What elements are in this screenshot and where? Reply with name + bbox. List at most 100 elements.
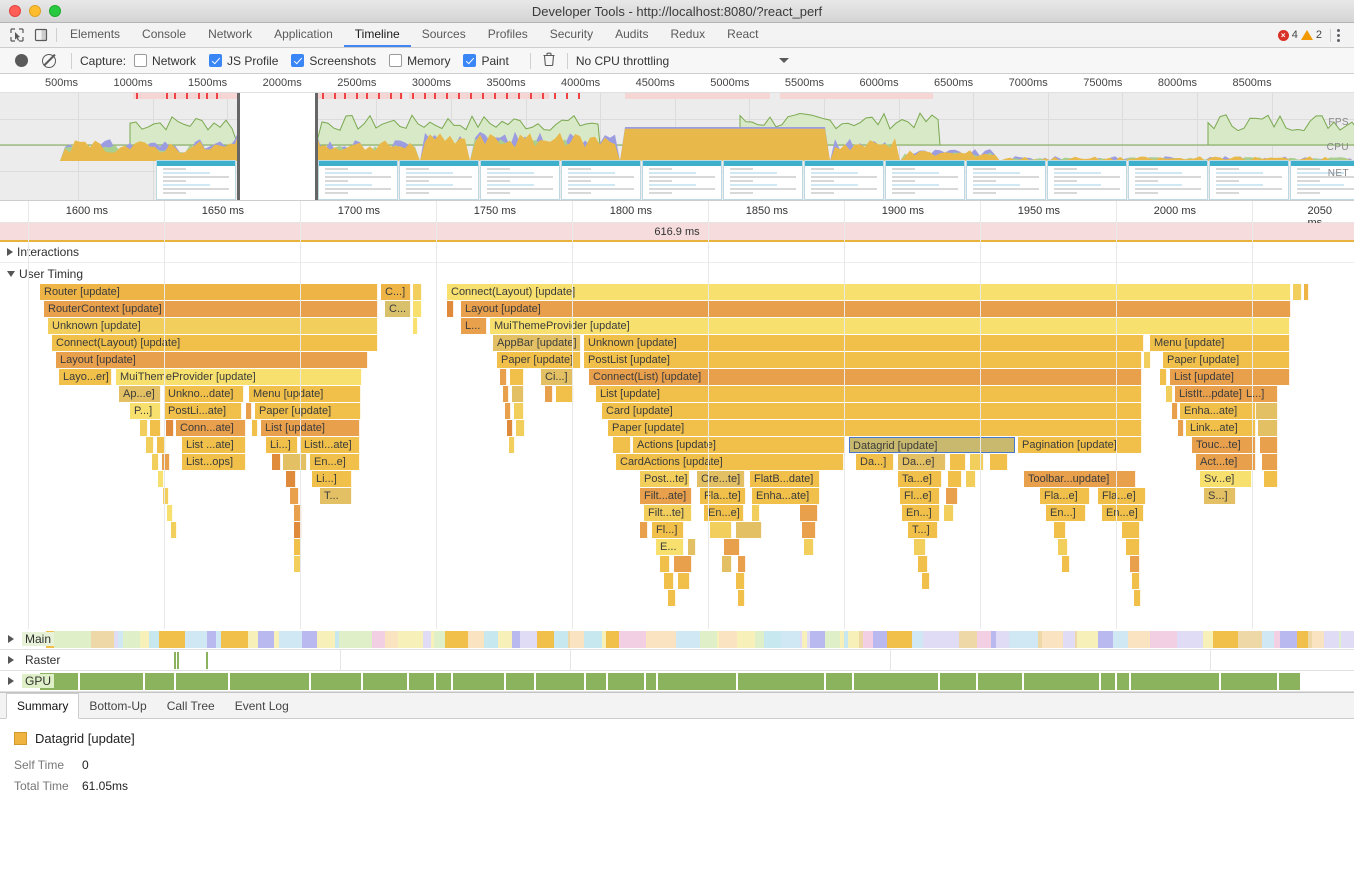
flame-bar-unlabeled[interactable] (922, 573, 930, 589)
overview-filmstrip[interactable] (0, 160, 1354, 200)
main-track-event[interactable] (1100, 631, 1113, 648)
flame-bar[interactable]: ListI...ate] (300, 437, 360, 453)
flame-bar[interactable]: L... (461, 318, 487, 334)
main-track-event[interactable] (652, 631, 676, 648)
flame-bar-unlabeled[interactable] (1144, 352, 1151, 368)
flame-bar-unlabeled[interactable] (290, 488, 299, 504)
flame-bar[interactable]: Enha...ate] (752, 488, 820, 504)
filmstrip-frame[interactable] (1128, 160, 1208, 200)
gpu-track-event[interactable] (738, 673, 826, 690)
main-track-event[interactable] (302, 631, 317, 648)
flame-bar[interactable]: PostLi...ate] (164, 403, 242, 419)
flame-bar-unlabeled[interactable] (413, 318, 418, 334)
filmstrip-frame[interactable] (561, 160, 641, 200)
filmstrip-frame[interactable] (1290, 160, 1354, 200)
flame-bar-unlabeled[interactable] (1166, 386, 1173, 402)
flame-bar-unlabeled[interactable] (736, 522, 762, 538)
flame-bar[interactable]: List...ops] (182, 454, 246, 470)
record-button[interactable] (15, 54, 28, 67)
main-track-event[interactable] (339, 631, 351, 648)
flame-bar-unlabeled[interactable] (140, 420, 148, 436)
gpu-track-event[interactable] (1131, 673, 1221, 690)
flame-bar[interactable]: Connect(Layout) [update] (52, 335, 378, 351)
overview-selection-window[interactable] (237, 93, 318, 200)
flame-bar[interactable]: Post...te] (640, 471, 690, 487)
flame-bar-unlabeled[interactable] (674, 556, 692, 572)
capture-option-paint[interactable]: Paint (463, 54, 508, 68)
timeline-overview[interactable]: 500ms1000ms1500ms2000ms2500ms3000ms3500m… (0, 74, 1354, 201)
gpu-track-event[interactable] (436, 673, 453, 690)
flame-bar-unlabeled[interactable] (447, 301, 454, 317)
flame-bar[interactable]: FlatB...date] (750, 471, 820, 487)
gpu-track-event[interactable] (80, 673, 145, 690)
main-track-event[interactable] (159, 631, 185, 648)
gpu-track-event[interactable] (940, 673, 978, 690)
flame-bar[interactable]: Layout [update] (461, 301, 1291, 317)
gpu-track-event[interactable] (536, 673, 586, 690)
main-track-event[interactable] (764, 631, 781, 648)
main-track-event[interactable] (1031, 631, 1038, 648)
main-track-event[interactable] (584, 631, 602, 648)
flame-bar[interactable]: MuiThemeProvider [update] (490, 318, 1290, 334)
flame-bar-unlabeled[interactable] (990, 454, 1008, 470)
flame-bar-unlabeled[interactable] (918, 556, 928, 572)
flame-bar[interactable]: En...e] (704, 505, 744, 521)
flame-bar[interactable]: P...] (130, 403, 161, 419)
main-track-event[interactable] (372, 631, 385, 648)
maximize-window-button[interactable] (49, 5, 61, 17)
tab-sources[interactable]: Sources (411, 23, 477, 47)
flame-bar-unlabeled[interactable] (167, 505, 173, 521)
main-track-event[interactable] (676, 631, 700, 648)
flame-bar[interactable]: Ci...] (541, 369, 573, 385)
gpu-track-event[interactable] (311, 673, 363, 690)
flame-bar[interactable]: Da...] (856, 454, 894, 470)
tab-audits[interactable]: Audits (604, 23, 659, 47)
flame-bar-unlabeled[interactable] (413, 284, 422, 300)
tab-react[interactable]: React (716, 23, 769, 47)
gpu-track-event[interactable] (363, 673, 409, 690)
main-track-event[interactable] (512, 631, 520, 648)
flame-bar[interactable]: En...e] (1102, 505, 1144, 521)
inspect-element-icon[interactable] (10, 28, 24, 42)
main-track-event[interactable] (520, 631, 537, 648)
clear-recording-button[interactable] (42, 54, 56, 68)
flame-bar[interactable]: Paper [update] (497, 352, 581, 368)
flame-bar[interactable]: List [update] (596, 386, 1142, 402)
flame-bar[interactable]: RouterContext [update] (44, 301, 378, 317)
flame-bar-unlabeled[interactable] (503, 386, 509, 402)
flame-bar-unlabeled[interactable] (800, 505, 818, 521)
flame-bar[interactable]: C...] (381, 284, 411, 300)
flame-bar[interactable]: Filt...te] (644, 505, 692, 521)
flame-bar-unlabeled[interactable] (514, 403, 524, 419)
filmstrip-frame[interactable] (804, 160, 884, 200)
main-track-event[interactable] (1063, 631, 1075, 648)
main-track-event[interactable] (1324, 631, 1339, 648)
flame-bar[interactable]: Toolbar...update] (1024, 471, 1136, 487)
flamechart-canvas[interactable]: Router [update]C...]Connect(Layout) [upd… (0, 284, 1354, 629)
flame-bar[interactable]: Unknown [update] (584, 335, 1144, 351)
flame-bar-unlabeled[interactable] (1264, 471, 1278, 487)
flame-bar-unlabeled[interactable] (507, 420, 513, 436)
gpu-track-bars[interactable] (40, 673, 1354, 690)
capture-option-network[interactable]: Network (134, 54, 196, 68)
flame-bar[interactable]: Datagrid [update] (849, 437, 1015, 453)
flame-bar-unlabeled[interactable] (556, 386, 574, 402)
flame-bar[interactable]: S...] (1204, 488, 1236, 504)
flame-bar[interactable]: Paper [update] (608, 420, 1142, 436)
flame-bar-unlabeled[interactable] (162, 454, 170, 470)
gpu-track-event[interactable] (506, 673, 536, 690)
flame-bar[interactable]: Unknown [update] (48, 318, 378, 334)
flame-bar-unlabeled[interactable] (738, 590, 745, 606)
js-profile-checkbox[interactable] (209, 54, 222, 67)
flame-bar[interactable]: List [update] (261, 420, 360, 436)
main-track-event[interactable] (554, 631, 568, 648)
filmstrip-frame[interactable] (318, 160, 398, 200)
flame-bar[interactable]: Touc...te] (1192, 437, 1256, 453)
flame-bar[interactable]: Unkno...date] (164, 386, 244, 402)
tab-security[interactable]: Security (539, 23, 604, 47)
flame-bar[interactable]: List ...ate] (182, 437, 246, 453)
flame-bar-unlabeled[interactable] (294, 556, 301, 572)
warning-count-badge[interactable]: 2 (1301, 29, 1322, 41)
flame-bar-unlabeled[interactable] (678, 573, 690, 589)
flame-bar-unlabeled[interactable] (804, 539, 814, 555)
